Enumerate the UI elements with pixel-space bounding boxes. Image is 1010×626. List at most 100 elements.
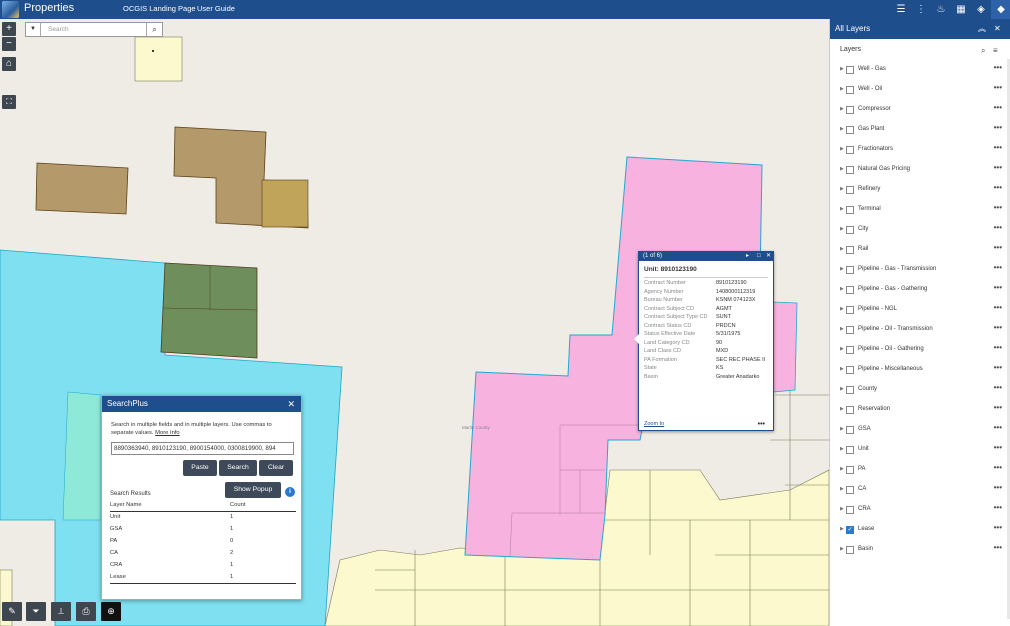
more-options-icon[interactable]: •••: [994, 183, 1002, 192]
expand-icon[interactable]: ▶: [840, 346, 844, 352]
layer-checkbox[interactable]: [846, 546, 854, 554]
layer-checkbox[interactable]: [846, 186, 854, 194]
home-icon[interactable]: ⌂: [2, 57, 16, 71]
print-icon[interactable]: ⎙: [76, 602, 96, 621]
landing-page-link[interactable]: OCGIS Landing Page: [123, 4, 196, 13]
table-row[interactable]: GSA 1: [110, 523, 296, 535]
expand-icon[interactable]: ▶: [840, 326, 844, 332]
more-options-icon[interactable]: •••: [994, 263, 1002, 272]
more-options-icon[interactable]: •••: [758, 421, 765, 428]
more-options-icon[interactable]: •••: [994, 323, 1002, 332]
layer-checkbox[interactable]: [846, 366, 854, 374]
expand-icon[interactable]: ▶: [840, 406, 844, 412]
layer-checkbox[interactable]: [846, 306, 854, 314]
search-input[interactable]: Search: [48, 26, 69, 33]
green-cyan-area[interactable]: [62, 391, 102, 521]
table-row[interactable]: CRA 1: [110, 559, 296, 571]
layer-item[interactable]: ▶ PA •••: [830, 461, 1008, 481]
table-row[interactable]: Lease 1: [110, 571, 296, 584]
layer-item[interactable]: ▶ Pipeline - NGL •••: [830, 301, 1008, 321]
layer-item[interactable]: ▶ Well - Gas •••: [830, 61, 1008, 81]
layer-checkbox[interactable]: [846, 66, 854, 74]
layers-icon[interactable]: ◆: [991, 0, 1010, 19]
layer-item[interactable]: ▶ CRA •••: [830, 501, 1008, 521]
close-icon[interactable]: ✕: [287, 396, 295, 412]
layer-checkbox[interactable]: [846, 226, 854, 234]
layer-item[interactable]: ▶ Compressor •••: [830, 101, 1008, 121]
table-row[interactable]: PA 0: [110, 535, 296, 547]
layer-checkbox[interactable]: [846, 206, 854, 214]
list-icon[interactable]: ☰: [891, 0, 911, 19]
expand-icon[interactable]: ▶: [840, 226, 844, 232]
expand-icon[interactable]: ▶: [840, 166, 844, 172]
layer-checkbox[interactable]: [846, 406, 854, 414]
layer-checkbox[interactable]: [846, 246, 854, 254]
more-options-icon[interactable]: •••: [994, 483, 1002, 492]
layer-checkbox[interactable]: [846, 426, 854, 434]
expand-icon[interactable]: ▶: [840, 366, 844, 372]
expand-icon[interactable]: ▶: [840, 266, 844, 272]
layer-checkbox[interactable]: [846, 506, 854, 514]
expand-icon[interactable]: ▶: [840, 546, 844, 552]
layer-item[interactable]: ▶ ✓ Lease •••: [830, 521, 1008, 541]
more-options-icon[interactable]: •••: [994, 143, 1002, 152]
maximize-icon[interactable]: □: [757, 252, 761, 261]
more-options-icon[interactable]: •••: [994, 503, 1002, 512]
search-dropdown[interactable]: ▼: [26, 23, 41, 36]
more-options-icon[interactable]: •••: [994, 523, 1002, 532]
searchplus-input[interactable]: 8890363940, 8910123190, 8900154000, 0300…: [111, 442, 294, 455]
more-options-icon[interactable]: •••: [994, 543, 1002, 552]
more-options-icon[interactable]: •••: [994, 383, 1002, 392]
info-icon[interactable]: i: [285, 487, 295, 497]
layer-item[interactable]: ▶ Unit •••: [830, 441, 1008, 461]
filter-icon[interactable]: ⏷: [26, 602, 46, 621]
layer-item[interactable]: ▶ Refinery •••: [830, 181, 1008, 201]
more-options-icon[interactable]: •••: [994, 203, 1002, 212]
layer-item[interactable]: ▶ Natural Gas Pricing •••: [830, 161, 1008, 181]
expand-icon[interactable]: ▶: [840, 506, 844, 512]
more-info-link[interactable]: More Info: [155, 430, 180, 436]
filter-list-icon[interactable]: ≡: [993, 40, 998, 62]
brown-parcel[interactable]: [35, 162, 129, 215]
more-options-icon[interactable]: •••: [994, 103, 1002, 112]
more-options-icon[interactable]: •••: [994, 343, 1002, 352]
expand-icon[interactable]: ▶: [840, 66, 844, 72]
grid-icon[interactable]: ▦: [951, 0, 971, 19]
layer-item[interactable]: ▶ Pipeline - Oil - Transmission •••: [830, 321, 1008, 341]
flame-icon[interactable]: ♨: [931, 0, 951, 19]
search-icon[interactable]: ⌕: [146, 23, 162, 36]
measure-icon[interactable]: ⟂: [51, 602, 71, 621]
user-guide-link[interactable]: User Guide: [197, 4, 235, 13]
basemap-icon[interactable]: ◈: [971, 0, 991, 19]
layer-checkbox[interactable]: [846, 86, 854, 94]
expand-icon[interactable]: ▶: [840, 246, 844, 252]
layer-item[interactable]: ▶ Reservation •••: [830, 401, 1008, 421]
more-options-icon[interactable]: •••: [994, 223, 1002, 232]
zoom-in-button[interactable]: +: [2, 22, 16, 36]
layer-checkbox[interactable]: [846, 126, 854, 134]
close-icon[interactable]: ✕: [766, 252, 771, 261]
expand-icon[interactable]: ▶: [840, 466, 844, 472]
next-icon[interactable]: ▸: [746, 252, 749, 261]
layer-checkbox[interactable]: [846, 466, 854, 474]
expand-icon[interactable]: ▶: [840, 386, 844, 392]
more-options-icon[interactable]: •••: [994, 63, 1002, 72]
show-popup-button[interactable]: Show Popup: [225, 482, 281, 498]
layer-item[interactable]: ▶ Rail •••: [830, 241, 1008, 261]
expand-icon[interactable]: ▶: [840, 146, 844, 152]
layer-checkbox[interactable]: [846, 346, 854, 354]
layer-item[interactable]: ▶ GSA •••: [830, 421, 1008, 441]
close-icon[interactable]: ✕: [994, 19, 1001, 39]
more-options-icon[interactable]: •••: [994, 303, 1002, 312]
expand-icon[interactable]: ▶: [840, 106, 844, 112]
layer-item[interactable]: ▶ CA •••: [830, 481, 1008, 501]
more-options-icon[interactable]: •••: [994, 123, 1002, 132]
lease-parcel[interactable]: [134, 36, 183, 82]
layer-checkbox[interactable]: [846, 326, 854, 334]
expand-icon[interactable]: ▶: [840, 206, 844, 212]
layer-item[interactable]: ▶ City •••: [830, 221, 1008, 241]
well-point[interactable]: [152, 50, 154, 52]
more-options-icon[interactable]: •••: [994, 283, 1002, 292]
expand-icon[interactable]: ▶: [840, 186, 844, 192]
more-options-icon[interactable]: •••: [994, 83, 1002, 92]
